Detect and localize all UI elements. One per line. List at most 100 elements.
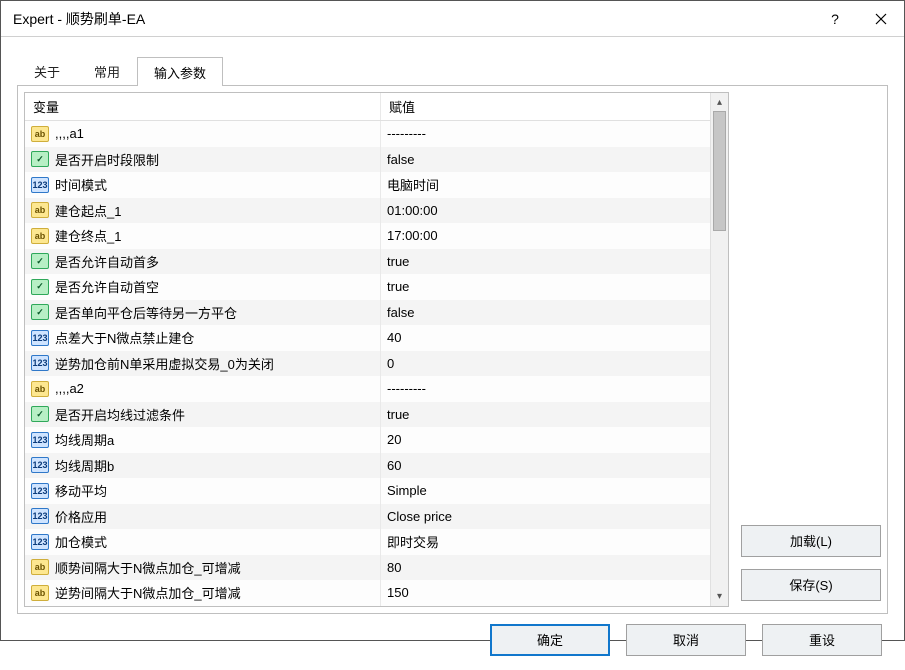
param-name: 是否单向平仓后等待另一方平仓	[55, 303, 237, 322]
param-value-cell[interactable]: true	[380, 402, 728, 428]
param-value-cell[interactable]: Close price	[380, 504, 728, 530]
table-row[interactable]: ✓ 是否开启均线过滤条件 true	[25, 402, 728, 428]
integer-type-icon: 123	[31, 534, 49, 550]
param-value-cell[interactable]: 17:00:00	[380, 223, 728, 249]
param-value-cell[interactable]: Simple	[380, 478, 728, 504]
string-type-icon: ab	[31, 559, 49, 575]
boolean-type-icon: ✓	[31, 406, 49, 422]
tab-2[interactable]: 输入参数	[137, 57, 223, 86]
param-value-cell[interactable]: 即时交易	[380, 529, 728, 555]
table-row[interactable]: ✓ 是否单向平仓后等待另一方平仓 false	[25, 300, 728, 326]
param-name: 时间模式	[55, 175, 107, 194]
param-value-cell[interactable]: true	[380, 249, 728, 275]
content-area: 关于常用输入参数 变量 赋值 ab,,,,a1---------✓是否开启时段限…	[1, 37, 904, 670]
table-body: ab,,,,a1---------✓是否开启时段限制false123时间模式电脑…	[25, 121, 728, 606]
string-type-icon: ab	[31, 585, 49, 601]
table-row[interactable]: 123均线周期b60	[25, 453, 728, 479]
table-row[interactable]: ab ,,,,a2 ---------	[25, 376, 728, 402]
param-value-cell[interactable]: 80	[380, 555, 728, 581]
param-value-cell[interactable]: 60	[380, 453, 728, 479]
table-row[interactable]: 123价格应用Close price	[25, 504, 728, 530]
load-button[interactable]: 加载(L)	[741, 525, 881, 557]
string-type-icon: ab	[31, 228, 49, 244]
table-row[interactable]: ✓是否允许自动首空true	[25, 274, 728, 300]
integer-type-icon: 123	[31, 432, 49, 448]
boolean-type-icon: ✓	[31, 151, 49, 167]
help-button[interactable]: ?	[812, 1, 858, 37]
tab-panel-inputs: 变量 赋值 ab,,,,a1---------✓是否开启时段限制false123…	[17, 85, 888, 614]
header-name[interactable]: 变量	[25, 93, 380, 120]
title-bar: Expert - 顺势刷单-EA ?	[1, 1, 904, 37]
table-row[interactable]: ab 建仓起点_1 01:00:00	[25, 198, 728, 224]
param-value-cell[interactable]: 150	[380, 580, 728, 606]
help-icon: ?	[831, 11, 839, 27]
param-name-cell: 123 逆势加仓前N单采用虚拟交易_0为关闭	[25, 351, 380, 377]
tab-1[interactable]: 常用	[77, 56, 137, 85]
scroll-track[interactable]	[711, 111, 728, 588]
param-name: 是否开启均线过滤条件	[55, 405, 185, 424]
param-name-cell: ✓是否允许自动首空	[25, 274, 380, 300]
table-row[interactable]: ab逆势间隔大于N微点加仓_可增减150	[25, 580, 728, 606]
param-name: 加仓模式	[55, 532, 107, 551]
param-name-cell: 123 移动平均	[25, 478, 380, 504]
param-name-cell: 123 加仓模式	[25, 529, 380, 555]
dialog-window: Expert - 顺势刷单-EA ? 关于常用输入参数 变量 赋值 ab,,,,…	[0, 0, 905, 641]
table-row[interactable]: ab,,,,a1---------	[25, 121, 728, 147]
param-name-cell: ab 建仓起点_1	[25, 198, 380, 224]
param-value-cell[interactable]: 01:00:00	[380, 198, 728, 224]
param-name-cell: ab 建仓终点_1	[25, 223, 380, 249]
param-name-cell: ab,,,,a1	[25, 121, 380, 147]
param-name: ,,,,a1	[55, 126, 84, 141]
param-value-cell[interactable]: 20	[380, 427, 728, 453]
scroll-down-arrow-icon[interactable]: ▾	[711, 588, 728, 606]
side-button-column: 加载(L) 保存(S)	[741, 92, 881, 607]
tab-0[interactable]: 关于	[17, 56, 77, 85]
param-name: 点差大于N微点禁止建仓	[55, 328, 194, 347]
table-row[interactable]: 123 逆势加仓前N单采用虚拟交易_0为关闭 0	[25, 351, 728, 377]
table-row[interactable]: 123 点差大于N微点禁止建仓 40	[25, 325, 728, 351]
param-value-cell[interactable]: 40	[380, 325, 728, 351]
table-row[interactable]: ✓是否允许自动首多true	[25, 249, 728, 275]
param-value-cell[interactable]: false	[380, 147, 728, 173]
table-row[interactable]: 123均线周期a20	[25, 427, 728, 453]
table-row[interactable]: ab 建仓终点_1 17:00:00	[25, 223, 728, 249]
table-row[interactable]: 123 移动平均 Simple	[25, 478, 728, 504]
param-name: 价格应用	[55, 507, 107, 526]
string-type-icon: ab	[31, 202, 49, 218]
cancel-button[interactable]: 取消	[626, 624, 746, 656]
param-name: 移动平均	[55, 481, 107, 500]
table-row[interactable]: ✓是否开启时段限制false	[25, 147, 728, 173]
reset-button[interactable]: 重设	[762, 624, 882, 656]
integer-type-icon: 123	[31, 483, 49, 499]
ok-button[interactable]: 确定	[490, 624, 610, 656]
header-value[interactable]: 赋值	[380, 93, 728, 120]
param-name: ,,,,a2	[55, 381, 84, 396]
param-name: 均线周期b	[55, 456, 114, 475]
integer-type-icon: 123	[31, 330, 49, 346]
param-value-cell[interactable]: 0	[380, 351, 728, 377]
string-type-icon: ab	[31, 381, 49, 397]
integer-type-icon: 123	[31, 355, 49, 371]
scroll-up-arrow-icon[interactable]: ▴	[711, 93, 728, 111]
save-button[interactable]: 保存(S)	[741, 569, 881, 601]
param-value-cell[interactable]: ---------	[380, 376, 728, 402]
param-name-cell: ab逆势间隔大于N微点加仓_可增减	[25, 580, 380, 606]
param-name-cell: ✓ 是否开启均线过滤条件	[25, 402, 380, 428]
param-name: 建仓起点_1	[55, 201, 121, 220]
param-value-cell[interactable]: true	[380, 274, 728, 300]
param-value-cell[interactable]: ---------	[380, 121, 728, 147]
table-row[interactable]: ab顺势间隔大于N微点加仓_可增减80	[25, 555, 728, 581]
table-header: 变量 赋值	[25, 93, 728, 121]
param-value-cell[interactable]: false	[380, 300, 728, 326]
scroll-thumb[interactable]	[713, 111, 726, 231]
table-row[interactable]: 123 加仓模式 即时交易	[25, 529, 728, 555]
table-row[interactable]: 123时间模式电脑时间	[25, 172, 728, 198]
param-name-cell: 123时间模式	[25, 172, 380, 198]
param-value-cell[interactable]: 电脑时间	[380, 172, 728, 198]
boolean-type-icon: ✓	[31, 304, 49, 320]
param-name: 是否允许自动首空	[55, 277, 159, 296]
param-name: 建仓终点_1	[55, 226, 121, 245]
vertical-scrollbar[interactable]: ▴ ▾	[710, 93, 728, 606]
close-button[interactable]	[858, 1, 904, 37]
param-name: 逆势加仓前N单采用虚拟交易_0为关闭	[55, 354, 274, 373]
